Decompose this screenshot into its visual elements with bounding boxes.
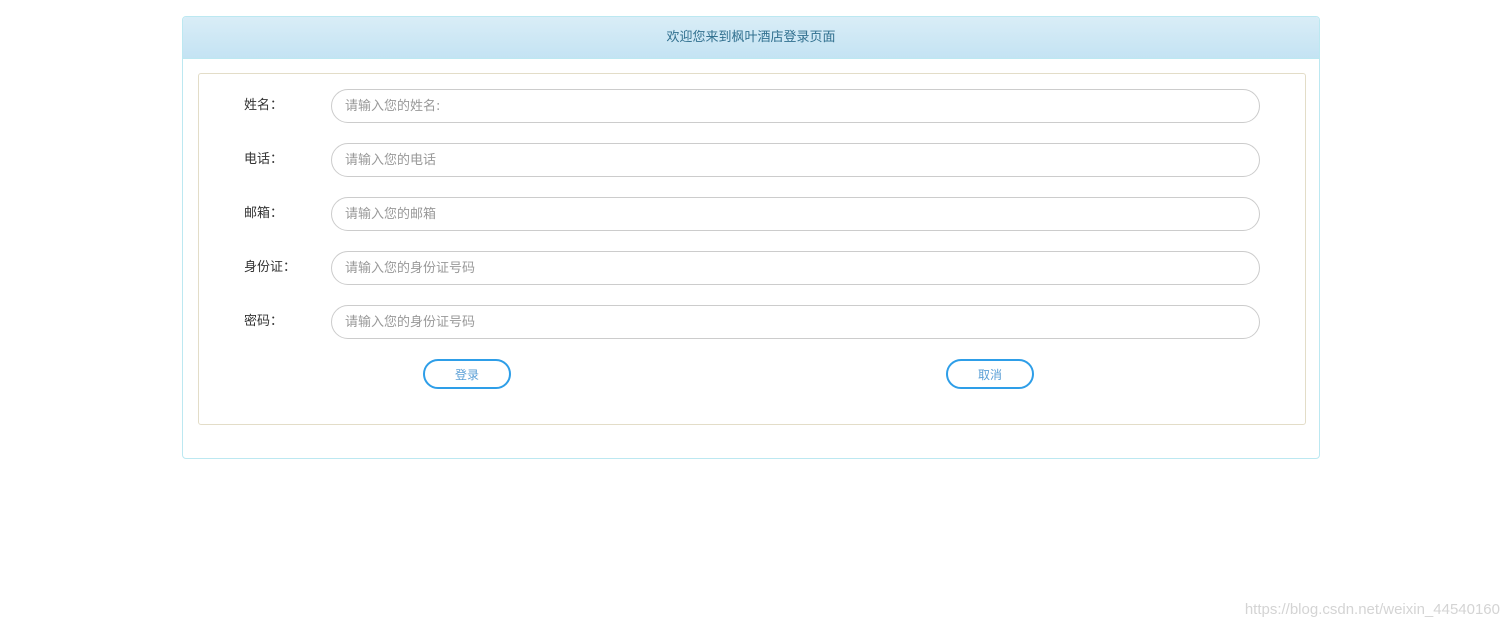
id-card-row: 身份证： [199,251,1305,285]
email-input[interactable] [331,197,1260,231]
login-button[interactable]: 登录 [423,359,511,389]
phone-input[interactable] [331,143,1260,177]
name-input[interactable] [331,89,1260,123]
page-title: 欢迎您来到枫叶酒店登录页面 [183,17,1319,59]
password-label: 密码： [244,314,284,329]
email-label: 邮箱： [244,206,284,221]
password-row: 密码： [199,305,1305,339]
login-panel: 欢迎您来到枫叶酒店登录页面 姓名： 电话： 邮箱： 身份证： 密码： 登录 取消 [182,16,1320,459]
watermark: https://blog.csdn.net/weixin_44540160 [1244,601,1500,618]
login-form: 姓名： 电话： 邮箱： 身份证： 密码： 登录 取消 [198,73,1306,425]
phone-row: 电话： [199,143,1305,177]
password-input[interactable] [331,305,1260,339]
email-row: 邮箱： [199,197,1305,231]
name-label: 姓名： [244,98,284,113]
cancel-button[interactable]: 取消 [946,359,1034,389]
id-card-input[interactable] [331,251,1260,285]
name-row: 姓名： [199,89,1305,123]
phone-label: 电话： [244,152,284,167]
id-card-label: 身份证： [244,260,297,275]
